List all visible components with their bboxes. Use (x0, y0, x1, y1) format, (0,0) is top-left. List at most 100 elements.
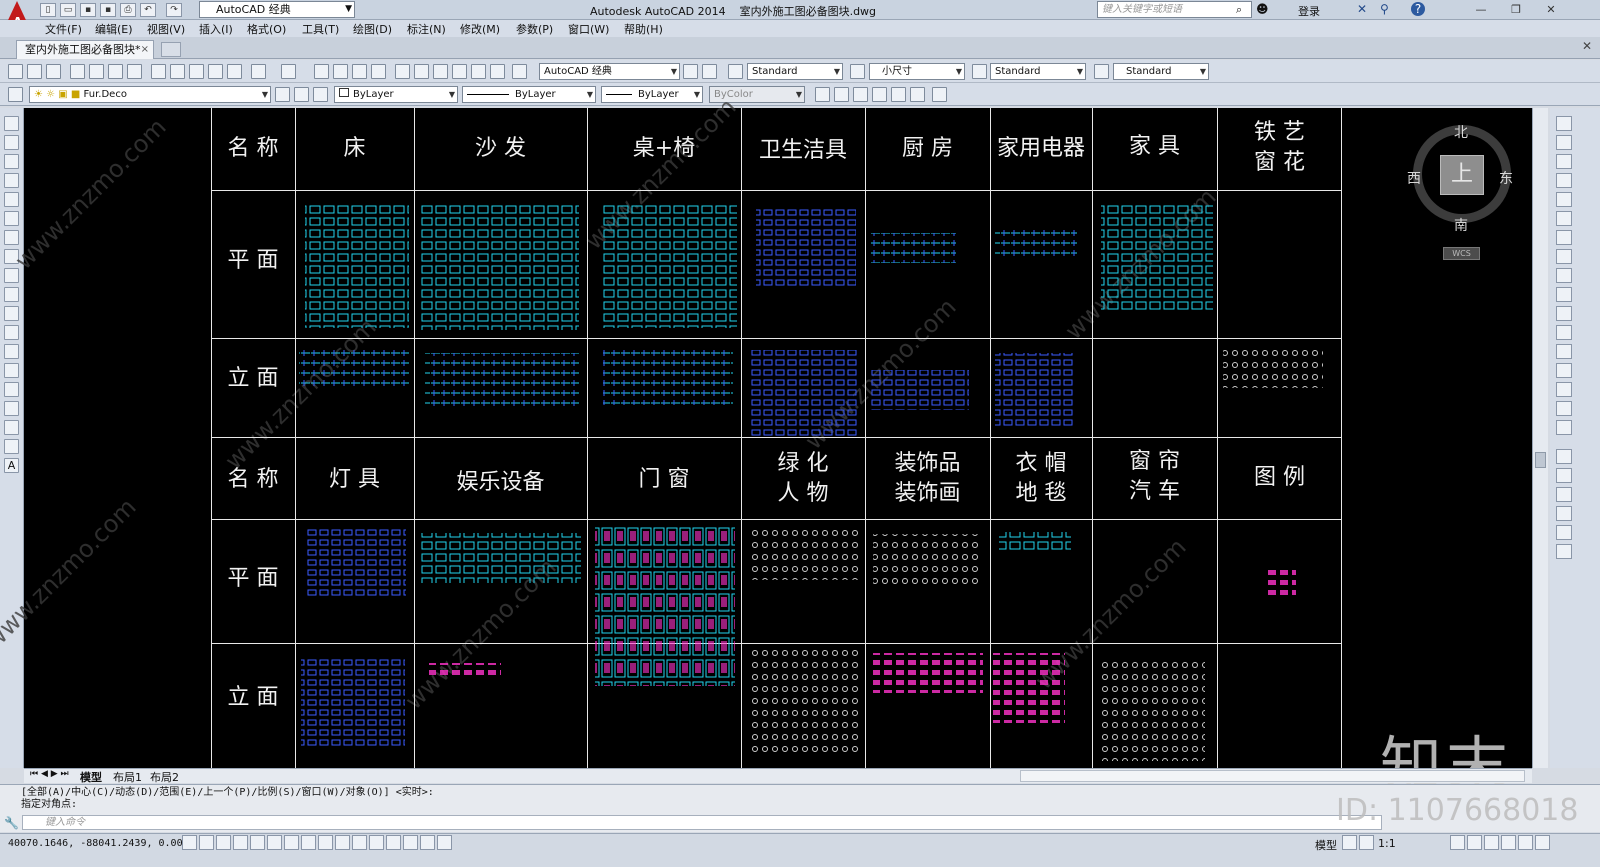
join-icon[interactable] (1556, 344, 1572, 359)
array-icon[interactable] (1556, 192, 1572, 207)
match-properties-icon[interactable] (208, 64, 223, 79)
ducs-icon[interactable] (318, 835, 333, 850)
move-icon[interactable] (1556, 211, 1572, 226)
viewcube-top-face[interactable]: 上 (1440, 155, 1484, 195)
hardware-acceleration-icon[interactable] (1484, 835, 1499, 850)
lock-ui-icon[interactable] (1467, 835, 1482, 850)
login-button[interactable]: 登录 (1298, 3, 1320, 19)
saveas-icon[interactable]: ▪ (100, 3, 116, 17)
command-input[interactable]: 键入命令 (22, 815, 1382, 830)
menu-window[interactable]: 窗口(W) (568, 21, 609, 37)
compass-south[interactable]: 南 (1454, 215, 1468, 235)
vertical-scrollbar[interactable] (1532, 108, 1548, 768)
compass-north[interactable]: 北 (1454, 122, 1468, 142)
quick-view-drawings-icon[interactable] (1359, 835, 1374, 850)
clean-screen-icon[interactable] (702, 64, 717, 79)
ellipse-arc-icon[interactable] (4, 306, 19, 321)
layer-previous-icon[interactable] (294, 87, 309, 102)
wcs-menu-button[interactable]: WCS (1443, 247, 1480, 260)
selection-cycling-icon[interactable] (403, 835, 418, 850)
dim-style-combo[interactable]: 小尺寸 ▼ (869, 63, 965, 80)
grid-display-icon[interactable] (216, 835, 231, 850)
tool-palettes-icon[interactable] (433, 64, 448, 79)
markup-icon[interactable] (471, 64, 486, 79)
cut-icon[interactable] (151, 64, 166, 79)
status-menu-icon[interactable] (1518, 835, 1533, 850)
menu-modify[interactable]: 修改(M) (460, 21, 500, 37)
isolate-icon[interactable] (910, 87, 925, 102)
exchange-icon[interactable]: ✕ (1357, 2, 1367, 16)
hatch-icon[interactable] (4, 382, 19, 397)
menu-draw[interactable]: 绘图(D) (353, 21, 392, 37)
menu-tools[interactable]: 工具(T) (302, 21, 339, 37)
horizontal-scrollbar[interactable] (1020, 770, 1525, 782)
table-style-combo[interactable]: Standard ▼ (990, 63, 1086, 80)
scroll-thumb[interactable] (1535, 452, 1546, 468)
new-tab-button[interactable] (161, 42, 181, 57)
publish-icon[interactable] (108, 64, 123, 79)
quickcalc-icon[interactable] (490, 64, 505, 79)
infer-constraints-icon[interactable] (182, 835, 197, 850)
refresh-icon[interactable] (932, 87, 947, 102)
mtext-icon[interactable]: A (4, 458, 19, 473)
send-under-icon[interactable] (1556, 525, 1572, 540)
linetype-combo[interactable]: ByLayer ▼ (462, 86, 596, 103)
view-icon[interactable] (815, 87, 830, 102)
plot-icon[interactable] (70, 64, 85, 79)
save-icon[interactable]: ▪ (80, 3, 96, 17)
save-icon[interactable] (46, 64, 61, 79)
layer-combo[interactable]: ☀ ☼ ▣ ■ Fur.Deco ▼ (29, 86, 271, 103)
trim-icon[interactable] (1556, 287, 1572, 302)
quick-view-layouts-icon[interactable] (1342, 835, 1357, 850)
line-icon[interactable] (4, 116, 19, 131)
tab-close-icon[interactable]: × (141, 41, 149, 58)
new-icon[interactable]: ▯ (40, 3, 56, 17)
send-back-icon[interactable] (1556, 487, 1572, 502)
make-block-icon[interactable] (4, 344, 19, 359)
spline-icon[interactable] (4, 268, 19, 283)
shade-icon[interactable] (891, 87, 906, 102)
3d-print-icon[interactable] (127, 64, 142, 79)
block-editor-icon[interactable] (227, 64, 242, 79)
wrench-icon[interactable]: 🔧 (4, 816, 19, 830)
erase-icon[interactable] (1556, 116, 1572, 131)
search-input[interactable]: 键入关键字或短语 (1097, 1, 1252, 18)
redo-icon[interactable] (281, 64, 296, 79)
qnew-icon[interactable] (8, 64, 23, 79)
polar-tracking-icon[interactable] (250, 835, 265, 850)
ortho-mode-icon[interactable] (233, 835, 248, 850)
layout-nav-icons[interactable]: ⏮ ◀ ▶ ⏭ (30, 769, 69, 779)
isolate-objects-icon[interactable] (1501, 835, 1516, 850)
scale-icon[interactable] (1556, 249, 1572, 264)
arc-icon[interactable] (4, 211, 19, 226)
mirror-icon[interactable] (1556, 154, 1572, 169)
print-icon[interactable]: ⎙ (120, 3, 136, 17)
menu-file[interactable]: 文件(F) (45, 21, 82, 37)
menu-edit[interactable]: 编辑(E) (95, 21, 133, 37)
zoom-realtime-icon[interactable] (333, 64, 348, 79)
layer-manager-icon[interactable] (8, 87, 23, 102)
snap-mode-icon[interactable] (199, 835, 214, 850)
zoom-window-icon[interactable] (352, 64, 367, 79)
dynamic-input-icon[interactable] (335, 835, 350, 850)
transparency-icon[interactable] (369, 835, 384, 850)
break-icon[interactable] (1556, 325, 1572, 340)
menu-help[interactable]: 帮助(H) (624, 21, 663, 37)
draw-order-icon[interactable] (1556, 449, 1572, 464)
chamfer-icon[interactable] (1556, 363, 1572, 378)
polygon-icon[interactable] (4, 173, 19, 188)
explode-icon[interactable] (1556, 420, 1572, 435)
help-icon[interactable]: ? (1411, 2, 1425, 16)
copy-object-icon[interactable] (1556, 135, 1572, 150)
ellipse-icon[interactable] (4, 287, 19, 302)
open-icon[interactable]: ▭ (60, 3, 76, 17)
make-current-icon[interactable] (275, 87, 290, 102)
point-icon[interactable] (4, 363, 19, 378)
copy-icon[interactable] (170, 64, 185, 79)
gradient-icon[interactable] (4, 401, 19, 416)
table-icon[interactable] (4, 439, 19, 454)
help-icon[interactable] (512, 64, 527, 79)
binoculars-icon[interactable]: ⌕ (1236, 3, 1242, 17)
workspace-combo[interactable]: AutoCAD 经典 ▼ (539, 63, 680, 80)
preview-icon[interactable] (89, 64, 104, 79)
